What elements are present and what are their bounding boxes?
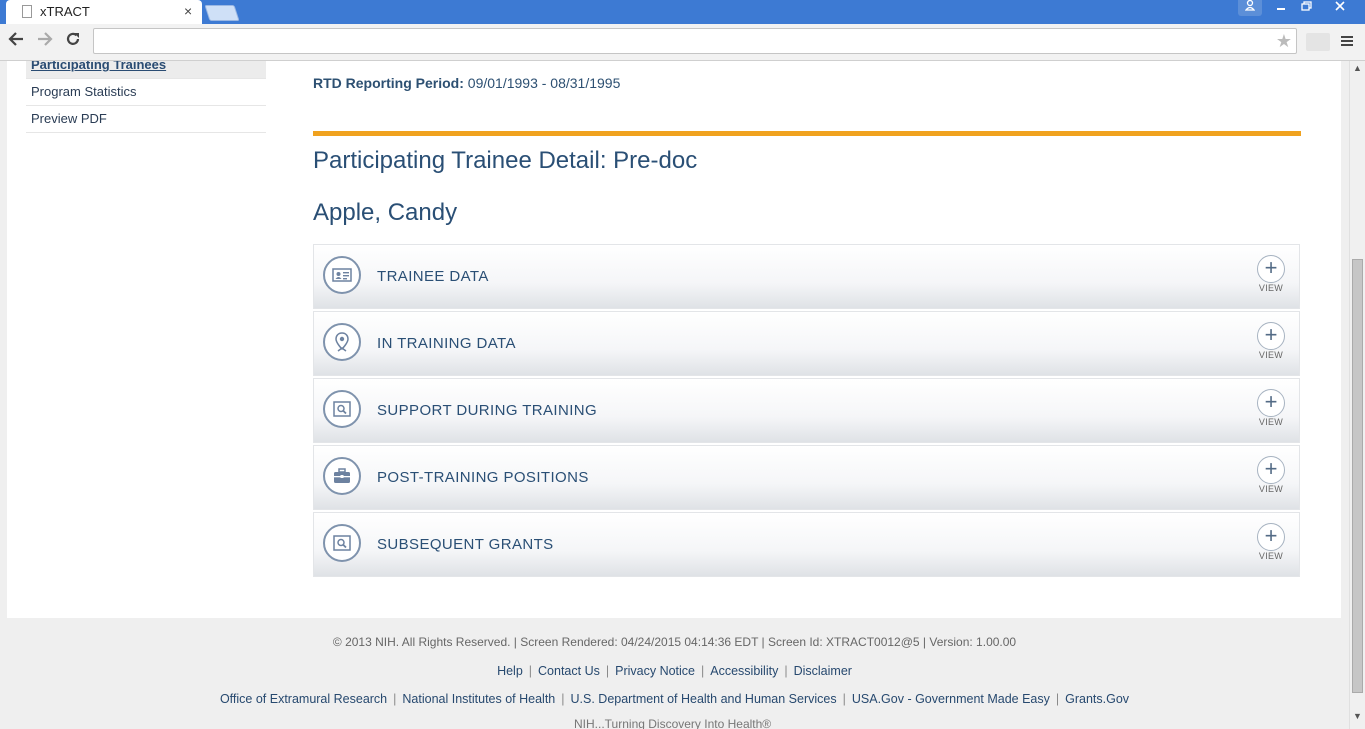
expand-plus-button[interactable]: + (1257, 389, 1285, 417)
section-trainee-data[interactable]: TRAINEE DATA + VIEW (313, 244, 1300, 309)
sidebar: Participating Trainees Program Statistic… (26, 61, 266, 133)
expand-plus-button[interactable]: + (1257, 255, 1285, 283)
star-icon[interactable]: ★ (1276, 31, 1292, 52)
sidebar-item-preview-pdf[interactable]: Preview PDF (26, 106, 266, 133)
link-separator: | (1055, 692, 1060, 706)
footer-link-contact-us[interactable]: Contact Us (538, 664, 600, 678)
footer-link-grantsgov[interactable]: Grants.Gov (1065, 692, 1129, 706)
link-separator: | (842, 692, 846, 706)
section-label: SUBSEQUENT GRANTS (377, 536, 554, 553)
footer-link-oer[interactable]: Office of Extramural Research (220, 692, 387, 706)
extension-button[interactable] (1306, 33, 1330, 51)
footer-links-primary: Help | Contact Us | Privacy Notice | Accessibi… (0, 664, 1349, 678)
section-label: IN TRAINING DATA (377, 335, 516, 352)
link-separator: | (784, 664, 788, 678)
section-divider (313, 131, 1301, 136)
footer-link-help[interactable]: Help (497, 664, 523, 678)
footer-link-disclaimer[interactable]: Disclaimer (794, 664, 852, 678)
link-separator: | (561, 692, 565, 706)
minimize-icon[interactable] (1268, 0, 1294, 16)
forward-arrow-icon[interactable] (34, 30, 56, 52)
footer-links-secondary: Office of Extramural Research | National I… (0, 692, 1349, 706)
page-title: Participating Trainee Detail: Pre-doc (313, 147, 698, 174)
scroll-up-arrow-icon[interactable]: ▲ (1353, 63, 1362, 73)
footer-link-usagov[interactable]: USA.Gov - Government Made Easy (852, 692, 1050, 706)
section-in-training-data[interactable]: IN TRAINING DATA + VIEW (313, 311, 1300, 376)
rtd-reporting-period: RTD Reporting Period: 09/01/1993 - 08/31… (313, 75, 620, 91)
map-pin-icon (323, 323, 361, 361)
view-label[interactable]: VIEW (1257, 417, 1285, 427)
scrollbar-thumb[interactable] (1352, 259, 1363, 693)
rtd-label: RTD Reporting Period: (313, 75, 464, 91)
id-card-icon (323, 256, 361, 294)
search-document-icon (323, 390, 361, 428)
view-label[interactable]: VIEW (1257, 484, 1285, 494)
new-tab-button[interactable] (204, 5, 240, 21)
address-bar[interactable]: ★ (93, 28, 1297, 54)
browser-tab[interactable]: xTRACT × (6, 0, 202, 24)
reload-icon[interactable] (62, 30, 84, 52)
link-separator: | (701, 664, 705, 678)
rtd-value: 09/01/1993 - 08/31/1995 (467, 75, 621, 91)
sidebar-item-program-statistics[interactable]: Program Statistics (26, 79, 266, 106)
section-post-training-positions[interactable]: POST-TRAINING POSITIONS + VIEW (313, 445, 1300, 510)
section-label: TRAINEE DATA (377, 268, 489, 285)
expand-plus-button[interactable]: + (1257, 322, 1285, 350)
close-icon[interactable] (1318, 0, 1362, 16)
page-viewport: Participating Trainees Program Statistic… (0, 61, 1349, 729)
section-subsequent-grants[interactable]: SUBSEQUENT GRANTS + VIEW (313, 512, 1300, 577)
scroll-down-arrow-icon[interactable]: ▼ (1353, 711, 1362, 721)
view-label[interactable]: VIEW (1257, 283, 1285, 293)
section-label: SUPPORT DURING TRAINING (377, 402, 598, 419)
expand-plus-button[interactable]: + (1257, 456, 1285, 484)
briefcase-icon (323, 457, 361, 495)
footer-link-nih[interactable]: National Institutes of Health (402, 692, 555, 706)
maximize-icon[interactable] (1294, 0, 1318, 16)
trainee-name: Apple, Candy (313, 199, 458, 226)
link-separator: | (605, 664, 610, 678)
expand-plus-button[interactable]: + (1257, 523, 1285, 551)
link-separator: | (393, 692, 397, 706)
footer-tagline: NIH...Turning Discovery Into Health® (574, 717, 772, 729)
browser-toolbar: ★ (0, 24, 1365, 61)
tab-close-button[interactable]: × (184, 3, 192, 19)
page-scrollbar[interactable]: ▲ ▼ (1349, 61, 1365, 729)
doc-icon (22, 5, 32, 18)
back-arrow-icon[interactable] (5, 30, 27, 52)
footer-link-privacy-notice[interactable]: Privacy Notice (615, 664, 695, 678)
tab-title: xTRACT (40, 4, 90, 19)
sidebar-item-participating-trainees[interactable]: Participating Trainees (26, 61, 266, 79)
footer-link-hhs[interactable]: U.S. Department of Health and Human Serv… (571, 692, 837, 706)
section-label: POST-TRAINING POSITIONS (377, 469, 589, 486)
browser-title-bar: xTRACT × (0, 0, 1365, 24)
section-support-during-training[interactable]: SUPPORT DURING TRAINING + VIEW (313, 378, 1300, 443)
menu-icon[interactable] (1340, 32, 1354, 53)
user-icon[interactable] (1238, 0, 1262, 16)
link-separator: | (528, 664, 533, 678)
view-label[interactable]: VIEW (1257, 350, 1285, 360)
footer-copyright: © 2013 NIH. All Rights Reserved. | Scree… (332, 635, 1017, 649)
search-document-icon (323, 524, 361, 562)
view-label[interactable]: VIEW (1257, 551, 1285, 561)
footer-link-accessibility[interactable]: Accessibility (710, 664, 778, 678)
